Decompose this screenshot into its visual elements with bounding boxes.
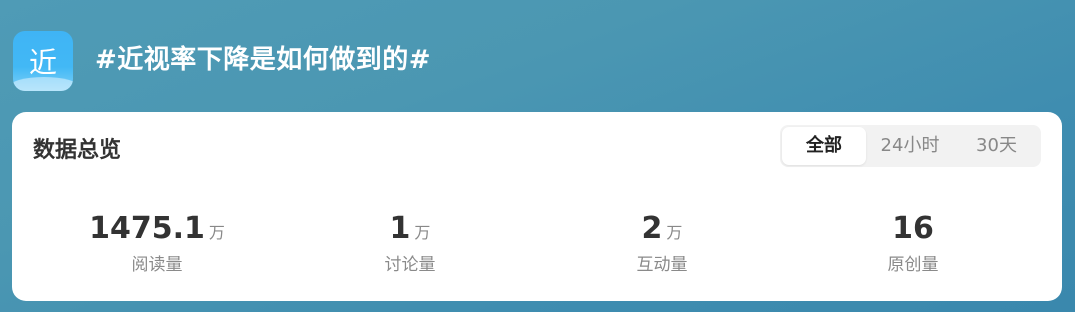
stat-label: 讨论量 xyxy=(384,255,436,275)
stat-unit: 万 xyxy=(208,223,225,242)
stat-value: 2 xyxy=(641,211,663,246)
stat-read-count: 1475.1 万 阅读量 xyxy=(32,208,282,275)
time-range-tabs: 全部 24小时 30天 xyxy=(780,125,1041,167)
tab-24-hours[interactable]: 24小时 xyxy=(866,127,954,165)
stat-discussion-count: 1万 讨论量 xyxy=(285,208,535,275)
tab-all[interactable]: 全部 xyxy=(782,127,866,165)
stat-unit: 万 xyxy=(414,223,431,242)
stat-label: 阅读量 xyxy=(131,255,183,275)
stat-label: 原创量 xyxy=(887,255,939,275)
topic-avatar-char: 近 xyxy=(28,46,57,79)
stat-original-count: 16 原创量 xyxy=(788,208,1038,275)
stat-value: 1475.1 xyxy=(89,211,205,246)
topic-avatar-icon: 近 xyxy=(13,31,73,91)
stat-label: 互动量 xyxy=(636,255,688,275)
data-overview-card: 数据总览 全部 24小时 30天 1475.1 万 阅读量 1万 讨论量 2万 互… xyxy=(12,112,1062,301)
stat-unit: 万 xyxy=(666,223,683,242)
tab-30-days[interactable]: 30天 xyxy=(954,127,1039,165)
stat-value: 16 xyxy=(892,211,934,246)
topic-title: #近视率下降是如何做到的# xyxy=(95,45,432,75)
stat-value: 1 xyxy=(389,211,411,246)
card-title: 数据总览 xyxy=(33,138,122,163)
stat-interaction-count: 2万 互动量 xyxy=(537,208,787,275)
